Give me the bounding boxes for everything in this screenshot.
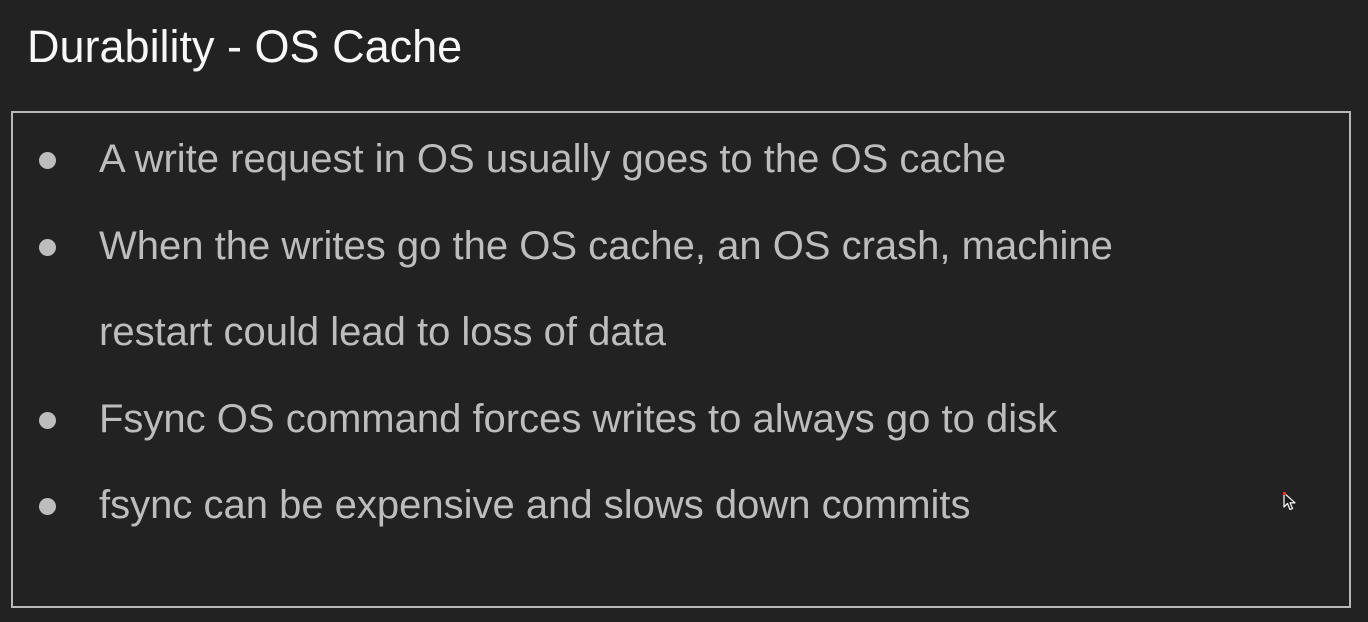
bullet-item: A write request in OS usually goes to th… <box>13 116 1113 203</box>
bullet-text: A write request in OS usually goes to th… <box>99 137 1007 181</box>
bullet-item: When the writes go the OS cache, an OS c… <box>13 203 1113 376</box>
bullet-item: fsync can be expensive and slows down co… <box>13 462 1113 549</box>
bullet-dot-icon <box>39 411 56 429</box>
slide-title: Durability - OS Cache <box>27 21 463 72</box>
mouse-pointer-icon <box>1283 492 1296 511</box>
bullet-text-continuation: restart could lead to loss of data <box>99 310 666 354</box>
content-box: A write request in OS usually goes to th… <box>11 111 1351 608</box>
bullet-text: When the writes go the OS cache, an OS c… <box>99 223 1113 268</box>
bullet-text: fsync can be expensive and slows down co… <box>99 483 971 527</box>
bullet-text: Fsync OS command forces writes to always… <box>99 396 1058 441</box>
bullet-item: Fsync OS command forces writes to always… <box>13 376 1113 463</box>
bullet-dot-icon <box>39 152 56 169</box>
bullet-dot-icon <box>39 238 56 256</box>
bullet-list: A write request in OS usually goes to th… <box>13 116 1113 549</box>
bullet-dot-icon <box>39 498 56 515</box>
